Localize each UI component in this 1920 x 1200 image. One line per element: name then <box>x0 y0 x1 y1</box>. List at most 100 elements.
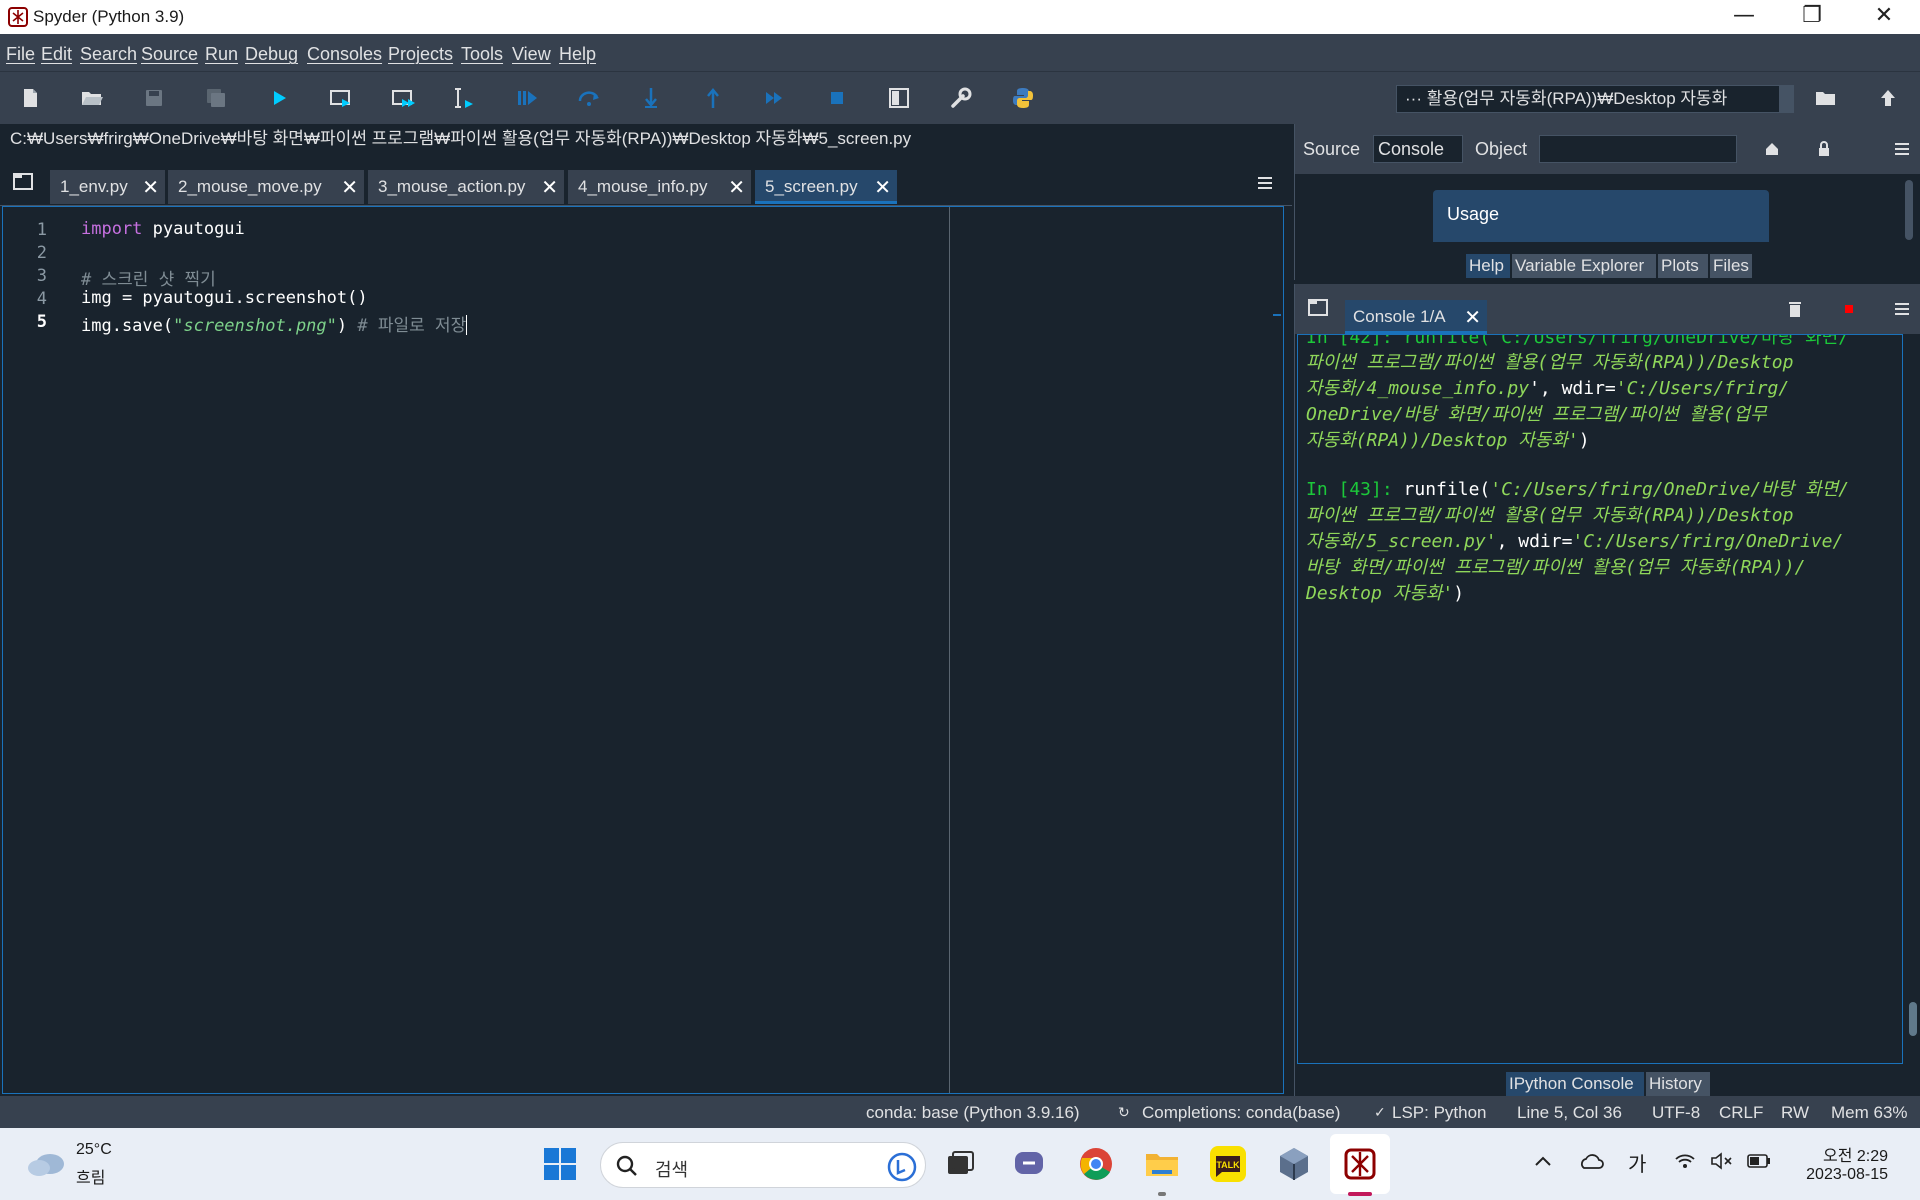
console-string: 자동화/4_mouse_info.py <box>1306 378 1530 399</box>
code-editor[interactable]: 1 2 3 4 5 import pyautogui # 스크린 샷 찍기 im… <box>2 206 1284 1094</box>
tab-help[interactable]: Help <box>1466 254 1510 278</box>
python-path-icon[interactable] <box>1009 84 1037 112</box>
spyder-taskbar-icon[interactable] <box>1340 1144 1380 1184</box>
new-file-icon[interactable] <box>16 84 44 112</box>
menu-help[interactable]: Help <box>559 44 596 65</box>
file-explorer-icon[interactable] <box>1142 1144 1182 1184</box>
help-scrollbar[interactable] <box>1905 180 1913 240</box>
kakao-label: TALK <box>1216 1160 1240 1170</box>
preferences-icon[interactable] <box>947 84 975 112</box>
weather-temperature[interactable]: 25°C <box>76 1141 112 1159</box>
menu-file[interactable]: File <box>6 44 35 65</box>
windows-start-icon[interactable] <box>540 1144 580 1184</box>
task-view-icon[interactable] <box>940 1144 980 1184</box>
source-combo[interactable]: Console <box>1373 135 1463 163</box>
options-menu-icon[interactable] <box>1893 300 1911 318</box>
cube-app-icon[interactable] <box>1274 1144 1314 1184</box>
menu-run[interactable]: Run <box>205 44 238 65</box>
parent-dir-icon[interactable] <box>1874 84 1902 112</box>
menu-view[interactable]: View <box>512 44 551 65</box>
stop-icon[interactable] <box>823 84 851 112</box>
cloud-weather-icon[interactable] <box>26 1148 68 1178</box>
kakaotalk-icon[interactable]: TALK <box>1208 1144 1248 1184</box>
editor-tab-2-mouse-move[interactable]: 2_mouse_move.py ✕ <box>168 170 364 204</box>
menu-debug[interactable]: Debug <box>245 44 298 65</box>
editor-tab-5-screen[interactable]: 5_screen.py ✕ <box>755 170 897 204</box>
options-menu-icon[interactable] <box>1256 174 1274 192</box>
maximize-pane-icon[interactable] <box>885 84 913 112</box>
menu-search[interactable]: Search <box>80 44 137 65</box>
edge-line <box>949 207 950 1093</box>
console-tab[interactable]: Console 1/A ✕ <box>1345 300 1487 334</box>
code-text: pyautogui <box>142 219 245 239</box>
speaker-muted-icon[interactable] <box>1710 1152 1734 1170</box>
ime-indicator[interactable]: 가 <box>1628 1148 1646 1177</box>
browse-tabs-icon[interactable] <box>1307 298 1329 318</box>
menu-tools[interactable]: Tools <box>461 44 503 65</box>
close-tab-icon[interactable]: ✕ <box>142 170 159 204</box>
menu-projects[interactable]: Projects <box>388 44 453 65</box>
step-return-icon[interactable] <box>699 84 727 112</box>
console-string: 자동화(RPA))/Desktop 자동화' <box>1306 430 1579 451</box>
lock-icon[interactable] <box>1815 140 1833 158</box>
current-line-number: 5 <box>36 312 47 332</box>
editor-tab-1-env[interactable]: 1_env.py ✕ <box>50 170 165 204</box>
console-scrollbar-thumb[interactable] <box>1909 1002 1917 1036</box>
run-selection-icon[interactable] <box>451 84 479 112</box>
working-directory-combo[interactable]: ··· 활용(업무 자동화(RPA))₩Desktop 자동화 <box>1396 85 1794 113</box>
menu-edit[interactable]: Edit <box>41 44 72 65</box>
bing-icon[interactable] <box>887 1152 917 1182</box>
interrupt-kernel-icon[interactable] <box>1843 303 1855 315</box>
browse-tabs-icon[interactable] <box>12 172 34 192</box>
step-over-icon[interactable] <box>575 84 603 112</box>
onedrive-icon[interactable] <box>1578 1152 1604 1170</box>
chrome-icon[interactable] <box>1076 1144 1116 1184</box>
continue-icon[interactable] <box>761 84 789 112</box>
close-tab-icon[interactable]: ✕ <box>874 170 891 204</box>
console-string: 'C:/Users/frirg/OneDrive/ <box>1572 531 1844 552</box>
tab-ipython-console[interactable]: IPython Console <box>1506 1072 1644 1096</box>
code-line-5: img.save("screenshot.png") # 파일로 저장 <box>81 311 468 336</box>
chevron-up-icon[interactable] <box>1534 1154 1552 1168</box>
save-icon[interactable] <box>140 84 168 112</box>
debug-icon[interactable] <box>513 84 541 112</box>
object-combo[interactable] <box>1539 135 1737 163</box>
editor-tab-3-mouse-action[interactable]: 3_mouse_action.py ✕ <box>368 170 564 204</box>
weather-condition[interactable]: 흐림 <box>76 1164 105 1188</box>
clock-time[interactable]: 오전 2:29 <box>1823 1142 1888 1166</box>
run-cell-icon[interactable] <box>327 84 355 112</box>
save-all-icon[interactable] <box>202 84 230 112</box>
close-tab-icon[interactable]: ✕ <box>541 170 558 204</box>
minimize-button[interactable]: — <box>1710 0 1778 34</box>
menu-consoles[interactable]: Consoles <box>307 44 382 65</box>
chevron-down-icon[interactable] <box>1779 86 1793 112</box>
menu-source[interactable]: Source <box>141 44 198 65</box>
run-cell-advance-icon[interactable] <box>389 84 417 112</box>
options-menu-icon[interactable] <box>1893 140 1911 158</box>
run-icon[interactable] <box>265 84 293 112</box>
taskbar-search-box[interactable]: 검색 <box>600 1142 926 1188</box>
tab-variable-explorer[interactable]: Variable Explorer <box>1512 254 1656 278</box>
console-line: In [42]: runfile('C:/Users/frirg/OneDriv… <box>1306 334 1850 348</box>
wifi-icon[interactable] <box>1674 1152 1696 1170</box>
code-line-3: # 스크린 샷 찍기 <box>81 270 216 290</box>
close-tab-icon[interactable]: ✕ <box>1464 300 1481 334</box>
clock-date[interactable]: 2023-08-15 <box>1806 1166 1888 1184</box>
tab-plots[interactable]: Plots <box>1658 254 1708 278</box>
battery-icon[interactable] <box>1746 1152 1772 1170</box>
browse-folder-icon[interactable] <box>1812 84 1840 112</box>
open-file-icon[interactable] <box>78 84 106 112</box>
step-into-icon[interactable] <box>637 84 665 112</box>
tab-files[interactable]: Files <box>1710 254 1752 278</box>
running-indicator <box>1158 1192 1166 1196</box>
close-tab-icon[interactable]: ✕ <box>728 170 745 204</box>
home-icon[interactable] <box>1763 140 1781 158</box>
close-window-button[interactable]: ✕ <box>1850 0 1918 34</box>
editor-tab-4-mouse-info[interactable]: 4_mouse_info.py ✕ <box>568 170 751 204</box>
maximize-button[interactable]: ❐ <box>1778 0 1846 34</box>
close-tab-icon[interactable]: ✕ <box>341 170 358 204</box>
trash-icon[interactable] <box>1787 300 1803 318</box>
teams-chat-icon[interactable] <box>1009 1144 1049 1184</box>
tab-history[interactable]: History <box>1646 1072 1710 1096</box>
ipython-console-output[interactable]: In [42]: runfile('C:/Users/frirg/OneDriv… <box>1297 334 1903 1064</box>
